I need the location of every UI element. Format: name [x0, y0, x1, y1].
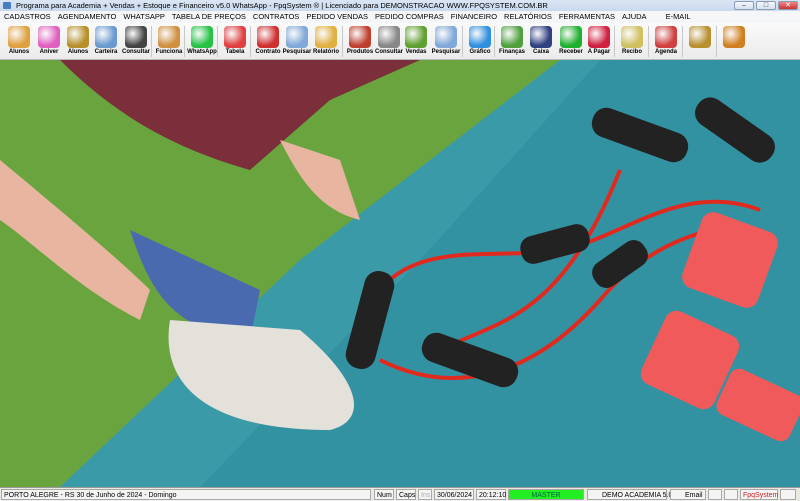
- id-scan-icon: [125, 26, 147, 48]
- toolbar-button-agenda[interactable]: Agenda: [651, 25, 681, 58]
- finance-icon: [501, 26, 523, 48]
- shopping-cart-icon: [405, 26, 427, 48]
- menu-tabela-de-pre-os[interactable]: TABELA DE PREÇOS: [172, 11, 246, 23]
- toolbar-label: Agenda: [654, 49, 677, 55]
- monitor-icon[interactable]: [724, 489, 738, 500]
- toolbar-label: Recibo: [621, 49, 642, 55]
- menu-pedido-vendas[interactable]: PEDIDO VENDAS: [306, 11, 368, 23]
- menu-agendamento[interactable]: AGENDAMENTO: [58, 11, 117, 23]
- status-ins: Ins: [418, 489, 432, 500]
- window-title: Programa para Academia + Vendas + Estoqu…: [16, 1, 548, 10]
- status-date: 30/06/2024: [434, 489, 474, 500]
- toolbar-button-relat-rio[interactable]: Relatório: [311, 25, 341, 58]
- users-icon[interactable]: [780, 489, 796, 500]
- menu-bar: CADASTROS AGENDAMENTO WHATSAPP TABELA DE PR…: [0, 11, 800, 23]
- toolbar-button-exit-door[interactable]: [719, 25, 749, 58]
- cash-book-icon: [530, 26, 552, 48]
- id-card-icon: [95, 26, 117, 48]
- menu-ferramentas[interactable]: FERRAMENTAS: [559, 11, 615, 23]
- toolbar-button-consultar[interactable]: Consultar: [121, 25, 151, 58]
- toolbar: Alunos Aniver Alunos Carteira Consultar Funci…: [0, 23, 800, 60]
- dollar-green-icon: [560, 26, 582, 48]
- price-table-icon: [224, 26, 246, 48]
- menu-pedido-compras[interactable]: PEDIDO COMPRAS: [375, 11, 444, 23]
- coins-icon: [689, 26, 711, 48]
- minimize-button[interactable]: –: [734, 1, 754, 10]
- toolbar-button-pesquisar[interactable]: Pesquisar: [431, 25, 461, 58]
- status-caps: Caps: [396, 489, 416, 500]
- status-num: Num: [374, 489, 394, 500]
- menu-cadastros[interactable]: CADASTROS: [4, 11, 51, 23]
- people-icon: [8, 26, 30, 48]
- toolbar-button-tabela[interactable]: Tabela: [220, 25, 250, 58]
- title-bar: Programa para Academia + Vendas + Estoqu…: [0, 0, 800, 11]
- toolbar-button-funciona[interactable]: Funciona: [154, 25, 184, 58]
- toolbar-separator: [716, 26, 717, 57]
- barcode-icon: [378, 26, 400, 48]
- cake-icon: [38, 26, 60, 48]
- contract-pen-icon: [257, 26, 279, 48]
- toolbar-button-whatsapp[interactable]: WhatsApp: [187, 25, 217, 58]
- whatsapp-icon: [191, 26, 213, 48]
- bar-chart-icon: [469, 26, 491, 48]
- menu-whatsapp[interactable]: WHATSAPP: [123, 11, 165, 23]
- maximize-button[interactable]: □: [756, 1, 776, 10]
- status-time: 20:12:10: [476, 489, 506, 500]
- toolbar-button-a-pagar[interactable]: A Pagar: [584, 25, 614, 58]
- search-doc-icon: [435, 26, 457, 48]
- exit-door-icon: [723, 26, 745, 48]
- toolbar-label: Relatório: [312, 49, 339, 55]
- menu-ajuda[interactable]: AJUDA: [622, 11, 647, 23]
- status-location: PORTO ALEGRE - RS 30 de Junho de 2024 - …: [1, 489, 371, 500]
- dollar-red-icon: [588, 26, 610, 48]
- staff-icon: [158, 26, 180, 48]
- toolbar-button-coins[interactable]: [685, 25, 715, 58]
- menu-relat-rios[interactable]: RELATÓRIOS: [504, 11, 552, 23]
- menu-financeiro[interactable]: FINANCEIRO: [451, 11, 497, 23]
- receipt-icon: [621, 26, 643, 48]
- toolbar-button-gr-fico[interactable]: Gráfico: [465, 25, 495, 58]
- status-email[interactable]: Email: [670, 489, 706, 500]
- cart-products-icon: [349, 26, 371, 48]
- coin-icon: [67, 26, 89, 48]
- toolbar-label: Pesquisar: [431, 49, 461, 55]
- status-bar: PORTO ALEGRE - RS 30 de Junho de 2024 - …: [0, 487, 800, 500]
- close-button[interactable]: ✕: [778, 1, 798, 10]
- status-brand: FpqSystem: [740, 489, 778, 500]
- status-company: DEMO ACADEMIA 5.0: [587, 489, 672, 500]
- printer-icon: [315, 26, 337, 48]
- printer-icon[interactable]: [708, 489, 722, 500]
- app-icon: [3, 2, 11, 9]
- search-doc-icon: [286, 26, 308, 48]
- menu-e-mail[interactable]: E-MAIL: [654, 11, 691, 23]
- toolbar-button-recibo[interactable]: Recibo: [617, 25, 647, 58]
- menu-contratos[interactable]: CONTRATOS: [253, 11, 299, 23]
- calendar-icon: [655, 26, 677, 48]
- background-image: [0, 60, 800, 487]
- status-user: MASTER: [508, 489, 584, 500]
